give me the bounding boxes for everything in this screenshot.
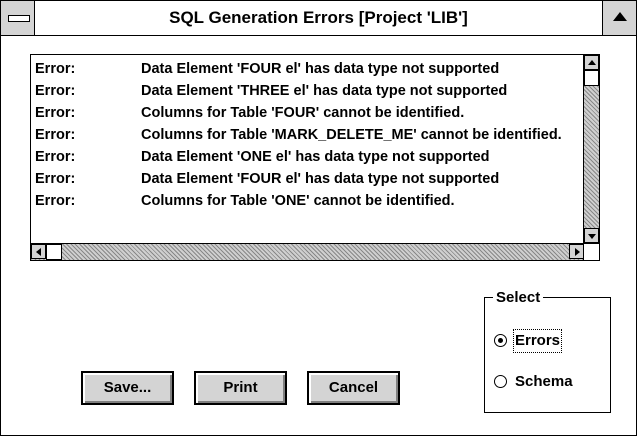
scrollbar-corner bbox=[583, 243, 599, 260]
list-item[interactable]: Error: Data Element 'ONE el' has data ty… bbox=[31, 146, 584, 168]
radio-schema-label: Schema bbox=[515, 373, 573, 390]
error-message: Columns for Table 'MARK_DELETE_ME' canno… bbox=[141, 127, 562, 143]
scroll-right-icon[interactable] bbox=[569, 244, 584, 259]
save-button[interactable]: Save... bbox=[81, 371, 174, 405]
dialog-window: SQL Generation Errors [Project 'LIB'] Er… bbox=[0, 0, 637, 436]
error-message: Columns for Table 'FOUR' cannot be ident… bbox=[141, 105, 465, 121]
error-message: Columns for Table 'ONE' cannot be identi… bbox=[141, 193, 455, 209]
error-listbox[interactable]: Error: Data Element 'FOUR el' has data t… bbox=[30, 54, 600, 261]
system-menu-icon[interactable] bbox=[1, 1, 35, 35]
scroll-left-icon[interactable] bbox=[31, 244, 46, 259]
error-label: Error: bbox=[35, 193, 76, 209]
vertical-scroll-thumb[interactable] bbox=[584, 70, 599, 86]
cancel-button[interactable]: Cancel bbox=[307, 371, 400, 405]
select-group-title: Select bbox=[493, 289, 544, 306]
list-item[interactable]: Error: Columns for Table 'MARK_DELETE_ME… bbox=[31, 124, 584, 146]
error-message: Data Element 'FOUR el' has data type not… bbox=[141, 61, 500, 77]
window-title: SQL Generation Errors [Project 'LIB'] bbox=[169, 8, 468, 27]
scroll-down-icon[interactable] bbox=[584, 228, 599, 243]
error-label: Error: bbox=[35, 61, 76, 77]
error-label: Error: bbox=[35, 149, 76, 165]
vertical-scrollbar[interactable] bbox=[583, 55, 599, 243]
list-item[interactable]: Error: Data Element 'FOUR el' has data t… bbox=[31, 58, 584, 80]
list-item[interactable]: Error: Data Element 'FOUR el' has data t… bbox=[31, 168, 584, 190]
horizontal-scroll-thumb[interactable] bbox=[46, 244, 62, 260]
error-message: Data Element 'THREE el' has data type no… bbox=[141, 83, 508, 99]
list-item[interactable]: Error: Columns for Table 'FOUR' cannot b… bbox=[31, 102, 584, 124]
error-message: Data Element 'ONE el' has data type not … bbox=[141, 149, 490, 165]
radio-unselected-icon[interactable] bbox=[494, 375, 507, 388]
print-button[interactable]: Print bbox=[194, 371, 287, 405]
title-bar: SQL Generation Errors [Project 'LIB'] bbox=[1, 1, 636, 36]
scroll-up-icon[interactable] bbox=[584, 55, 599, 70]
error-list: Error: Data Element 'FOUR el' has data t… bbox=[31, 55, 584, 243]
maximize-icon[interactable] bbox=[602, 1, 636, 35]
list-item[interactable]: Error: Data Element 'THREE el' has data … bbox=[31, 80, 584, 102]
list-item[interactable]: Error: Columns for Table 'ONE' cannot be… bbox=[31, 190, 584, 212]
horizontal-scrollbar[interactable] bbox=[31, 243, 584, 260]
error-label: Error: bbox=[35, 171, 76, 187]
select-groupbox bbox=[484, 297, 611, 413]
error-message: Data Element 'FOUR el' has data type not… bbox=[141, 171, 500, 187]
error-label: Error: bbox=[35, 105, 76, 121]
radio-errors-label: Errors bbox=[512, 329, 563, 353]
radio-selected-icon[interactable] bbox=[494, 334, 507, 347]
error-label: Error: bbox=[35, 127, 76, 143]
error-label: Error: bbox=[35, 83, 76, 99]
